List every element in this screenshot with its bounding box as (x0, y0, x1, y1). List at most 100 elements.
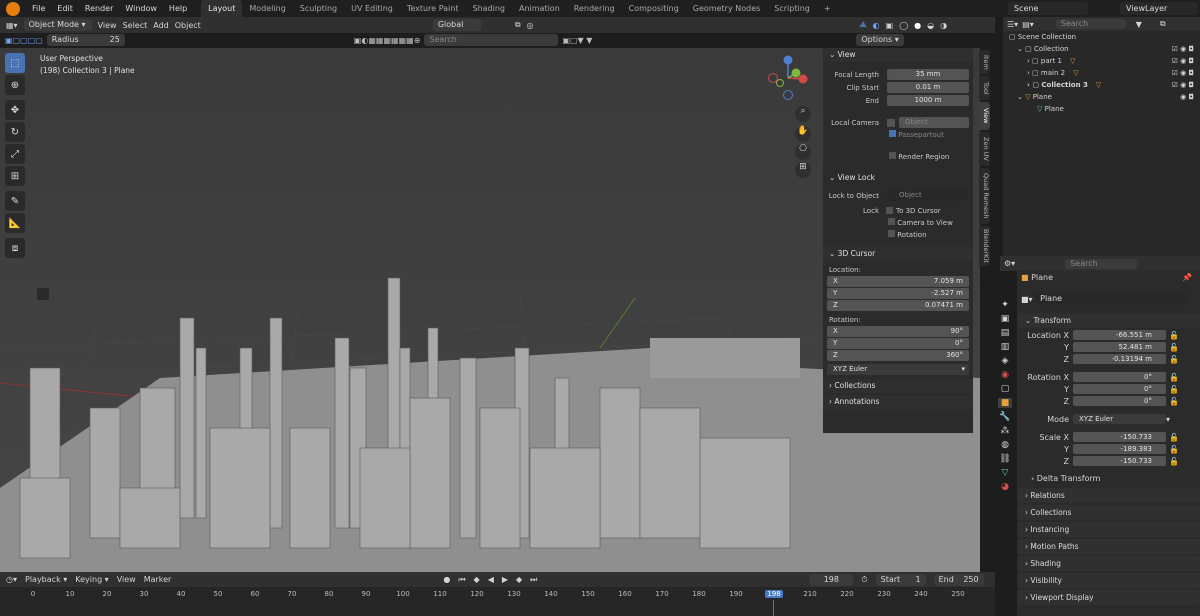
collection-tab-icon[interactable]: ▢ (998, 384, 1012, 394)
outliner-editor-icon[interactable]: ☰▾ (1007, 20, 1018, 29)
lock-scale-y-icon[interactable]: 🔓 (1166, 445, 1184, 454)
viewport-search-input[interactable]: Search (424, 34, 559, 46)
scene-collection-row[interactable]: ▢ Scene Collection (1003, 31, 1200, 43)
tab-animation[interactable]: Animation (512, 0, 567, 17)
clip-start-field[interactable]: 0.01 m (887, 82, 969, 93)
add-workspace-icon[interactable]: + (817, 0, 838, 17)
tab-compositing[interactable]: Compositing (622, 0, 686, 17)
rotation-mode-dropdown[interactable]: XYZ Euler (1073, 414, 1166, 424)
blender-logo-icon[interactable] (6, 1, 20, 16)
current-frame-indicator[interactable]: 198 (765, 590, 783, 598)
row-toggles-icon[interactable]: ☑ ◉ ◘ (1172, 43, 1200, 55)
collections-section-header[interactable]: › Collections (823, 379, 973, 393)
to-cursor-checkbox[interactable] (886, 207, 893, 214)
tab-zen-uv[interactable]: Zen UV (979, 132, 990, 166)
rotation-y-field[interactable]: 0° (1073, 384, 1166, 394)
display-mode-icon[interactable]: ▤▾ (1022, 20, 1034, 29)
object-datablock-row[interactable]: ■▾ Plane (1017, 293, 1200, 307)
outliner-row-part1[interactable]: › ▢ part 1 ▽ ☑ ◉ ◘ (1003, 55, 1200, 67)
cursor-rotation-mode-dropdown[interactable]: XYZ Euler ▾ (827, 364, 969, 375)
expand-arrow-icon[interactable]: › (1027, 79, 1030, 91)
new-collection-icon[interactable]: ⧉ (1160, 19, 1166, 29)
scene-selector[interactable]: Scene (1008, 2, 1088, 15)
tab-blenderkit[interactable]: BlenderKit (979, 226, 990, 266)
select-tool-icon[interactable]: ⬚ (5, 53, 25, 73)
camera-to-view-checkbox[interactable] (888, 218, 895, 225)
cursor-z-field[interactable]: Z 0.07471 m (827, 300, 969, 311)
overlay-toggle-icon[interactable]: ◐ (873, 21, 880, 30)
location-y-field[interactable]: 52.481 m (1073, 342, 1166, 352)
visibility-section[interactable]: › Visibility (1017, 573, 1200, 588)
menu-keying[interactable]: Keying ▾ (75, 575, 108, 584)
tool-tab-icon[interactable]: ✦ (998, 300, 1012, 310)
play-reverse-icon[interactable]: ◀ (488, 575, 494, 584)
rotation-z-field[interactable]: 0° (1073, 396, 1166, 406)
lock-location-y-icon[interactable]: 🔓 (1166, 343, 1184, 352)
tab-texture-paint[interactable]: Texture Paint (400, 0, 466, 17)
current-frame-field[interactable]: 198 (809, 573, 854, 586)
tab-view[interactable]: View (979, 102, 990, 130)
end-frame-field[interactable]: End 250 (933, 573, 984, 586)
tab-modeling[interactable]: Modeling (242, 0, 292, 17)
orbit-icon[interactable] (37, 288, 49, 300)
collections-section[interactable]: › Collections (1017, 505, 1200, 520)
row-toggles-icon[interactable]: ☑ ◉ ◘ (1172, 55, 1200, 67)
render-region-checkbox[interactable] (889, 152, 896, 159)
scale-z-field[interactable]: -150.733 (1073, 456, 1166, 466)
ortho-toggle-icon[interactable]: ⊞ (795, 162, 811, 178)
play-icon[interactable]: ▶ (502, 575, 508, 584)
scale-x-field[interactable]: -150.733 (1073, 432, 1166, 442)
local-camera-checkbox[interactable] (887, 119, 895, 127)
menu-playback[interactable]: Playback ▾ (25, 575, 67, 584)
world-tab-icon[interactable]: ◉ (998, 370, 1012, 380)
tab-rendering[interactable]: Rendering (567, 0, 622, 17)
menu-render[interactable]: Render (79, 4, 119, 13)
tab-geometry-nodes[interactable]: Geometry Nodes (686, 0, 767, 17)
tab-uv-editing[interactable]: UV Editing (344, 0, 400, 17)
tab-item[interactable]: Item (979, 50, 990, 74)
tab-scripting[interactable]: Scripting (767, 0, 817, 17)
radius-field[interactable]: Radius 25 (46, 34, 125, 46)
material-tab-icon[interactable]: ◕ (998, 482, 1012, 492)
cursor-y-field[interactable]: Y -2.527 m (827, 288, 969, 299)
lock-rotation-x-icon[interactable]: 🔓 (1166, 373, 1184, 382)
menu-marker[interactable]: Marker (144, 575, 172, 584)
menu-object[interactable]: Object (175, 21, 201, 30)
tab-tool[interactable]: Tool (979, 76, 990, 100)
pin-icon[interactable]: 📌 (1182, 271, 1200, 285)
cursor-ry-field[interactable]: Y 0° (827, 338, 969, 349)
start-frame-field[interactable]: Start 1 (875, 573, 926, 586)
output-tab-icon[interactable]: ▤ (998, 328, 1012, 338)
snap-icon[interactable]: ⧉ (515, 20, 521, 30)
particles-tab-icon[interactable]: ⁂ (998, 426, 1012, 436)
passepartout-checkbox[interactable] (889, 130, 896, 137)
shading-material-icon[interactable]: ◒ (927, 21, 934, 30)
render-tab-icon[interactable]: ▣ (998, 314, 1012, 324)
view-lock-section-header[interactable]: ⌄ View Lock (823, 171, 973, 185)
shading-section[interactable]: › Shading (1017, 556, 1200, 571)
shading-solid-icon[interactable]: ● (914, 21, 921, 30)
filter-funnel-icon[interactable]: ▼ (1136, 20, 1142, 29)
row-toggles-icon[interactable]: ☑ ◉ ◘ (1172, 67, 1200, 79)
delta-transform-header[interactable]: › Delta Transform (1017, 472, 1200, 486)
annotate-tool-icon[interactable]: ✎ (5, 191, 25, 211)
editor-type-icon[interactable]: ▦▾ (6, 21, 18, 30)
object-name-field[interactable]: Plane (1035, 293, 1188, 305)
menu-add[interactable]: Add (153, 21, 169, 30)
outliner-search-input[interactable]: Search (1055, 19, 1126, 29)
orientation-dropdown[interactable]: Global (432, 19, 481, 31)
next-key-icon[interactable]: ◆ (516, 575, 522, 584)
transform-tool-icon[interactable]: ⊞ (5, 166, 25, 186)
tab-sculpting[interactable]: Sculpting (293, 0, 344, 17)
pan-hand-icon[interactable]: ✋ (795, 126, 811, 142)
options-dropdown[interactable]: Options ▾ (856, 34, 904, 46)
scale-tool-icon[interactable]: ⤢ (5, 144, 25, 164)
outliner-row-collection3[interactable]: › ▢ Collection 3 ▽ ☑ ◉ ◘ (1003, 79, 1200, 91)
zoom-icon[interactable]: ⌕ (795, 106, 811, 122)
view-layer-tab-icon[interactable]: ▥ (998, 342, 1012, 352)
menu-help[interactable]: Help (163, 4, 193, 13)
lock-rotation-y-icon[interactable]: 🔓 (1166, 385, 1184, 394)
annotations-section-header[interactable]: › Annotations (823, 395, 973, 409)
add-cube-tool-icon[interactable]: ⧈ (5, 238, 25, 258)
rotation-x-field[interactable]: 0° (1073, 372, 1166, 382)
